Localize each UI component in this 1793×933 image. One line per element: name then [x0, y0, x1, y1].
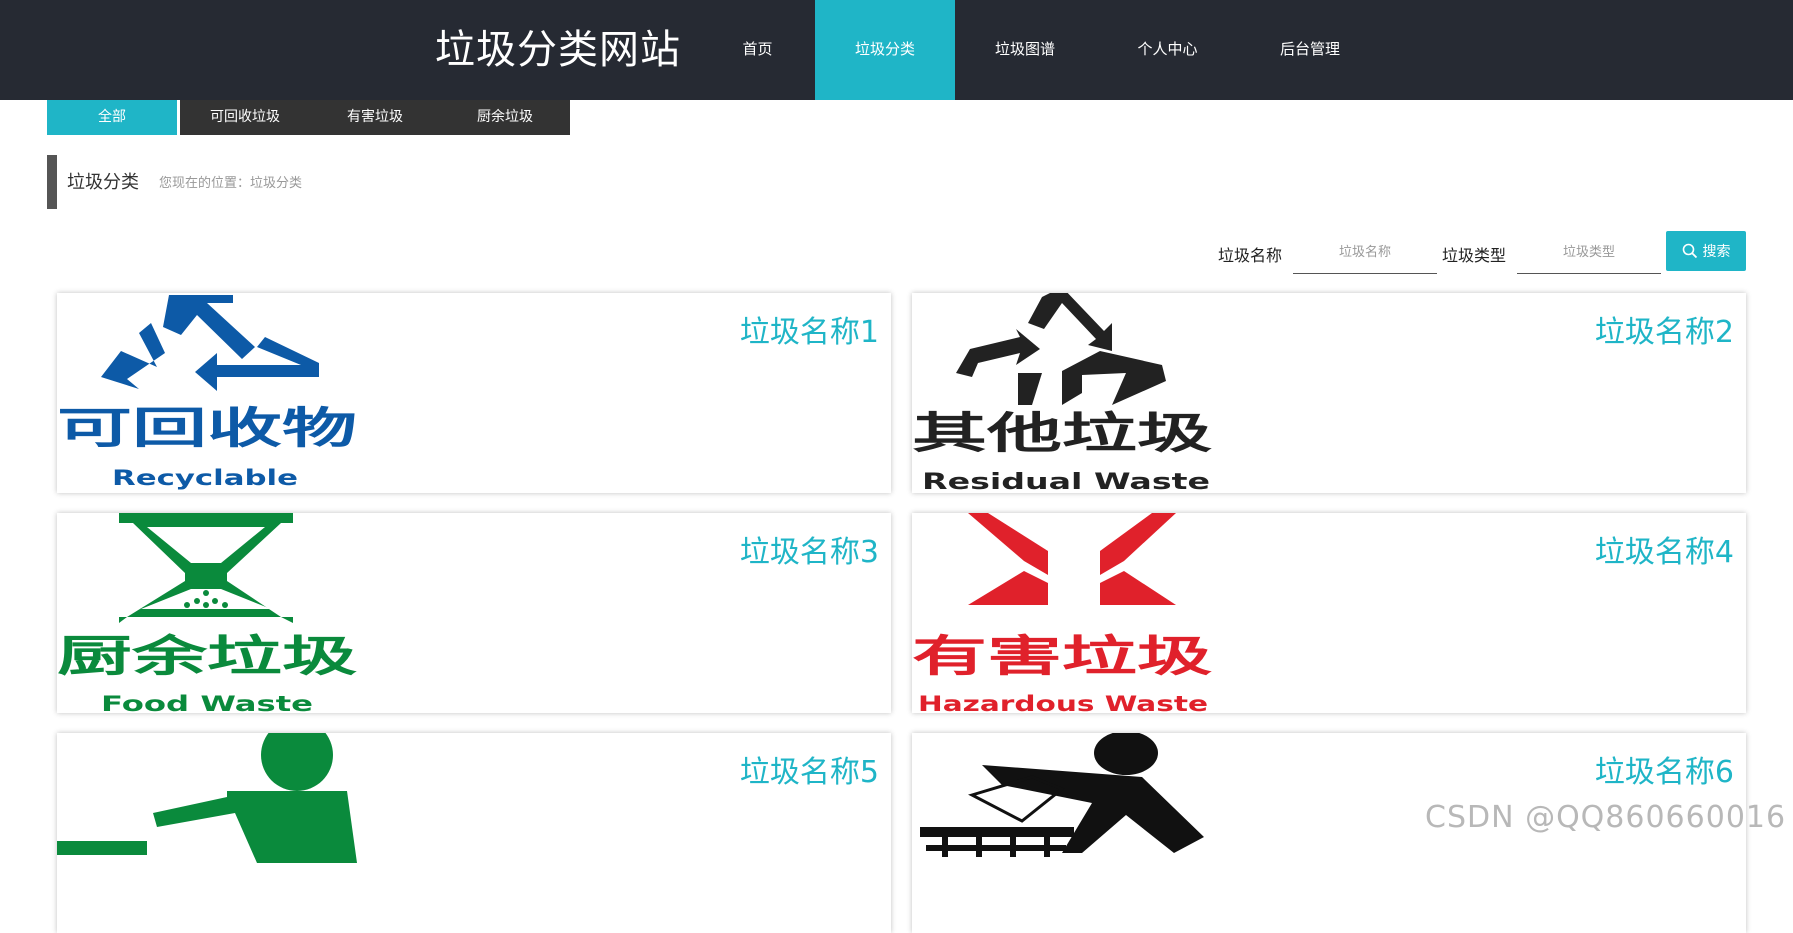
- nav-item-profile[interactable]: 个人中心: [1095, 0, 1240, 100]
- type-search-label: 垃圾类型: [1442, 246, 1507, 265]
- tab-kitchen[interactable]: 厨余垃圾: [440, 100, 570, 135]
- search-icon: [1682, 243, 1697, 259]
- hazardous-sign-image: 有害垃圾 Hazardous Waste: [912, 513, 1212, 713]
- sign-cn-text: 厨余垃圾: [57, 632, 357, 682]
- name-search-input[interactable]: [1293, 231, 1437, 274]
- sign-en-text: Hazardous Waste: [918, 692, 1208, 713]
- sign-en-text: Residual Waste: [922, 470, 1210, 493]
- tab-recyclable[interactable]: 可回收垃圾: [180, 100, 310, 135]
- category-tabs: 全部 可回收垃圾 有害垃圾 厨余垃圾: [47, 100, 570, 135]
- card-5[interactable]: 垃圾名称5: [57, 733, 891, 933]
- food-waste-sign-image: 厨余垃圾 Food Waste: [57, 513, 357, 713]
- card-title[interactable]: 垃圾名称6: [1595, 747, 1734, 791]
- type-search-input[interactable]: [1517, 231, 1661, 274]
- nav-item-atlas[interactable]: 垃圾图谱: [955, 0, 1095, 100]
- site-title[interactable]: 垃圾分类网站: [435, 0, 681, 100]
- nav-item-classification[interactable]: 垃圾分类: [815, 0, 955, 100]
- card-title[interactable]: 垃圾名称1: [740, 307, 879, 351]
- recyclable-sign-image: 可回收物 Recyclable: [57, 295, 357, 490]
- top-header: 垃圾分类网站 首页 垃圾分类 垃圾图谱 个人中心 后台管理: [0, 0, 1793, 100]
- main-nav: 首页 垃圾分类 垃圾图谱 个人中心 后台管理: [700, 0, 1380, 100]
- tab-hazardous[interactable]: 有害垃圾: [310, 100, 440, 135]
- sign-cn-text: 其他垃圾: [912, 409, 1212, 459]
- search-button-label: 搜索: [1702, 244, 1731, 260]
- card-3[interactable]: 厨余垃圾 Food Waste 垃圾名称3: [57, 513, 891, 713]
- card-1[interactable]: 可回收物 Recyclable 垃圾名称1: [57, 293, 891, 493]
- litter-bin-sign-image: [920, 733, 1204, 857]
- card-title[interactable]: 垃圾名称4: [1595, 527, 1734, 571]
- name-search-label: 垃圾名称: [1218, 246, 1283, 265]
- section-title: 垃圾分类: [67, 172, 139, 193]
- breadcrumb: 您现在的位置：垃圾分类: [159, 176, 303, 191]
- search-button[interactable]: 搜索: [1666, 231, 1746, 271]
- card-title[interactable]: 垃圾名称5: [740, 747, 879, 791]
- sign-cn-text: 有害垃圾: [912, 632, 1212, 682]
- sign-en-text: Recyclable: [112, 466, 298, 490]
- card-title[interactable]: 垃圾名称2: [1595, 307, 1734, 351]
- tab-all[interactable]: 全部: [47, 100, 180, 135]
- sign-en-text: Food Waste: [101, 692, 313, 713]
- residual-sign-image: 其他垃圾 Residual Waste: [912, 293, 1212, 493]
- nav-item-admin[interactable]: 后台管理: [1240, 0, 1380, 100]
- kitchen-bin-sign-image: [57, 733, 357, 863]
- section-accent-bar: [47, 155, 57, 209]
- card-4[interactable]: 有害垃圾 Hazardous Waste 垃圾名称4: [912, 513, 1746, 713]
- card-2[interactable]: 其他垃圾 Residual Waste 垃圾名称2: [912, 293, 1746, 493]
- card-title[interactable]: 垃圾名称3: [740, 527, 879, 571]
- sign-cn-text: 可回收物: [57, 404, 357, 454]
- nav-item-home[interactable]: 首页: [700, 0, 815, 100]
- watermark-text: CSDN @QQ860660016: [1425, 800, 1787, 835]
